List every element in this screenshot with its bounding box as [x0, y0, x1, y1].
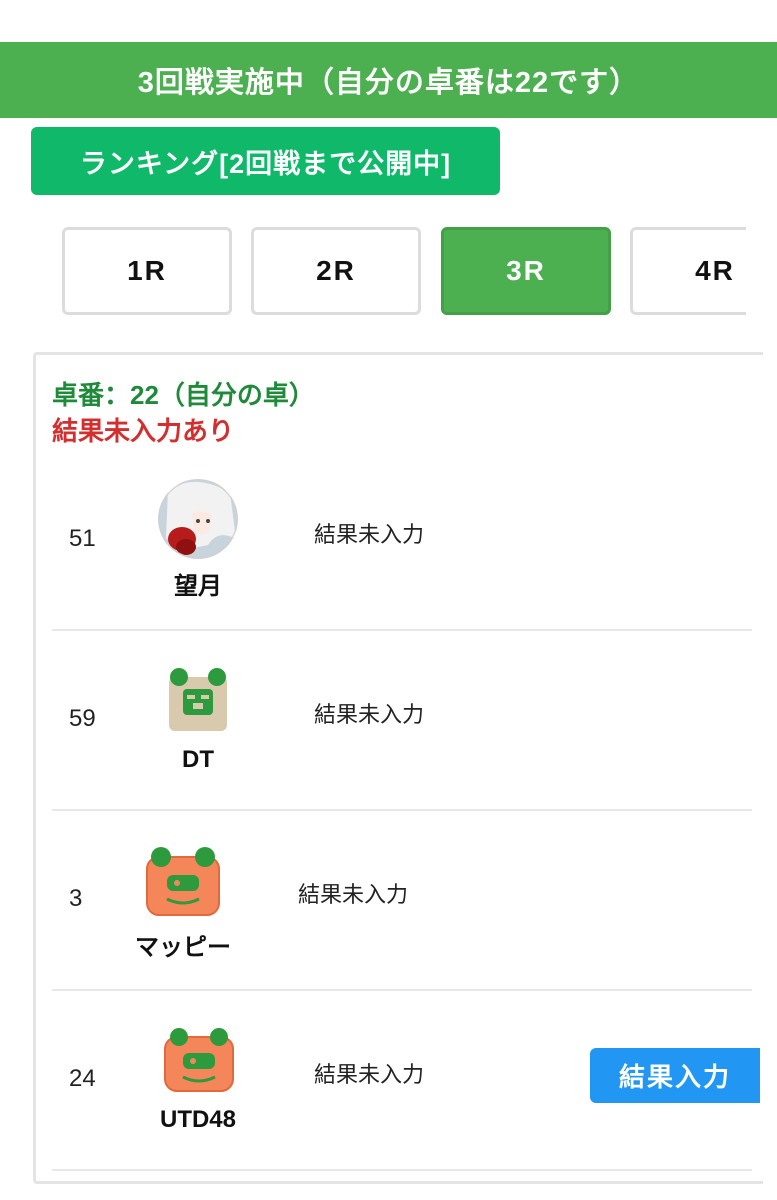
- table-card: 卓番：22（自分の卓） 結果未入力あり 51 望月 結果未入力 59 DT 結果…: [33, 352, 763, 1184]
- player-status: 結果未入力: [298, 882, 409, 907]
- result-input-button-label: 結果入力: [618, 1062, 731, 1092]
- player-number: 59: [69, 705, 96, 732]
- anime-girl-avatar-icon: [158, 479, 238, 559]
- tab-4r[interactable]: 4R: [630, 227, 746, 315]
- tab-1r[interactable]: 1R: [62, 227, 232, 315]
- ranking-button-label: ランキング[2回戦まで公開中]: [79, 148, 452, 179]
- result-missing-warning: 結果未入力あり: [52, 416, 235, 446]
- cropped-header-strip: [0, 0, 777, 10]
- tab-label: 4R: [695, 255, 735, 286]
- beige-bear-avatar-icon: [165, 667, 231, 733]
- player-status: 結果未入力: [314, 522, 425, 547]
- result-input-button[interactable]: 結果入力: [590, 1048, 760, 1103]
- player-name: マッピー: [135, 934, 231, 961]
- player-row: 3 マッピー 結果未入力: [52, 811, 752, 991]
- tab-3r[interactable]: 3R: [441, 227, 611, 315]
- player-row: 59 DT 結果未入力: [52, 631, 752, 811]
- table-number-label: 卓番：22（自分の卓）: [52, 380, 315, 410]
- ranking-button[interactable]: ランキング[2回戦まで公開中]: [31, 127, 500, 195]
- player-row: 51 望月 結果未入力: [52, 451, 752, 631]
- round-tabs: 1R 2R 3R 4R: [62, 227, 746, 319]
- player-name: 望月: [174, 573, 222, 600]
- player-name: UTD48: [159, 1106, 237, 1133]
- tab-2r[interactable]: 2R: [251, 227, 421, 315]
- tab-label: 2R: [316, 255, 356, 286]
- player-number: 24: [69, 1065, 96, 1092]
- player-number: 3: [69, 885, 83, 912]
- round-status-banner: 3回戦実施中（自分の卓番は22です）: [0, 42, 777, 118]
- player-name: DT: [182, 746, 214, 773]
- orange-bear-avatar-icon: [143, 845, 223, 917]
- tab-label: 3R: [506, 255, 546, 286]
- orange-bear-avatar-icon: [161, 1027, 237, 1093]
- tab-label: 1R: [127, 255, 167, 286]
- player-number: 51: [69, 525, 96, 552]
- player-status: 結果未入力: [314, 1062, 425, 1087]
- player-status: 結果未入力: [314, 702, 425, 727]
- round-status-text: 3回戦実施中（自分の卓番は22です）: [137, 67, 640, 99]
